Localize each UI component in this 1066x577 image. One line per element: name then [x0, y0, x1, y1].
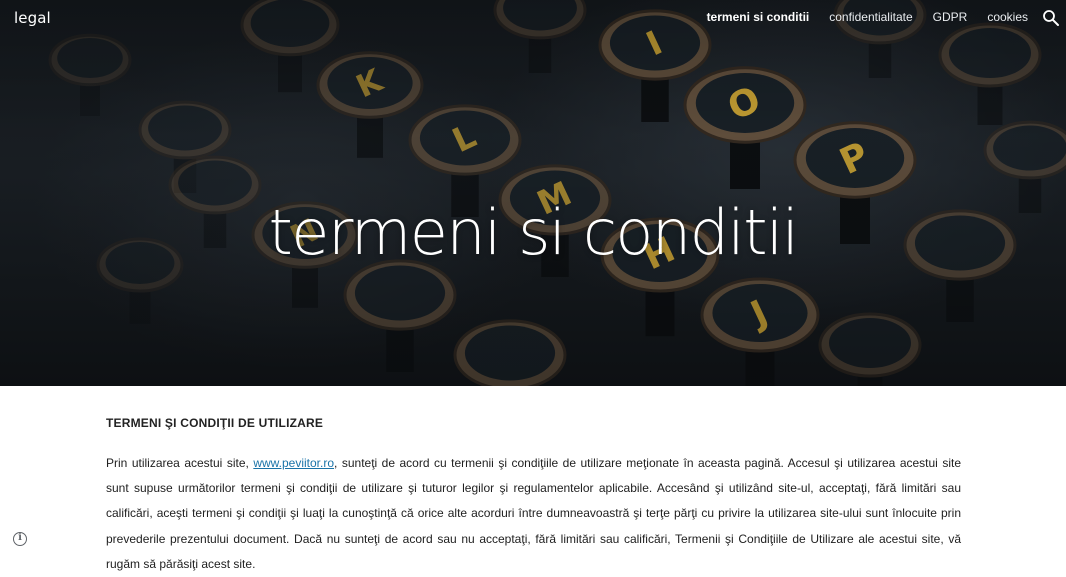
info-icon[interactable]: i [13, 532, 27, 546]
paragraph-text-start: Prin utilizarea acestui site, [106, 456, 254, 470]
section-heading: TERMENI ŞI CONDIŢII DE UTILIZARE [106, 416, 324, 430]
page-title: termeni si conditii [268, 195, 799, 269]
main-content: TERMENI ŞI CONDIŢII DE UTILIZARE Prin ut… [106, 416, 961, 577]
terms-paragraph: Prin utilizarea acestui site, www.peviit… [106, 451, 961, 577]
nav-item-cookies[interactable]: cookies [987, 10, 1028, 24]
nav-item-gdpr[interactable]: GDPR [933, 10, 968, 24]
nav-item-confidentialitate[interactable]: confidentialitate [829, 10, 912, 24]
hero-banner: IOPHJKLMN legal termeni si conditii conf… [0, 0, 1066, 386]
nav-item-termeni-si-conditii[interactable]: termeni si conditii [707, 10, 810, 24]
site-brand[interactable]: legal [14, 9, 51, 27]
top-navigation: termeni si conditii confidentialitate GD… [687, 10, 1028, 24]
search-icon[interactable] [1042, 9, 1060, 27]
paragraph-text-rest: , sunteţi de acord cu termenii şi condiţ… [106, 456, 961, 571]
hero-overlay [0, 0, 1066, 386]
site-link[interactable]: www.peviitor.ro [253, 456, 334, 470]
